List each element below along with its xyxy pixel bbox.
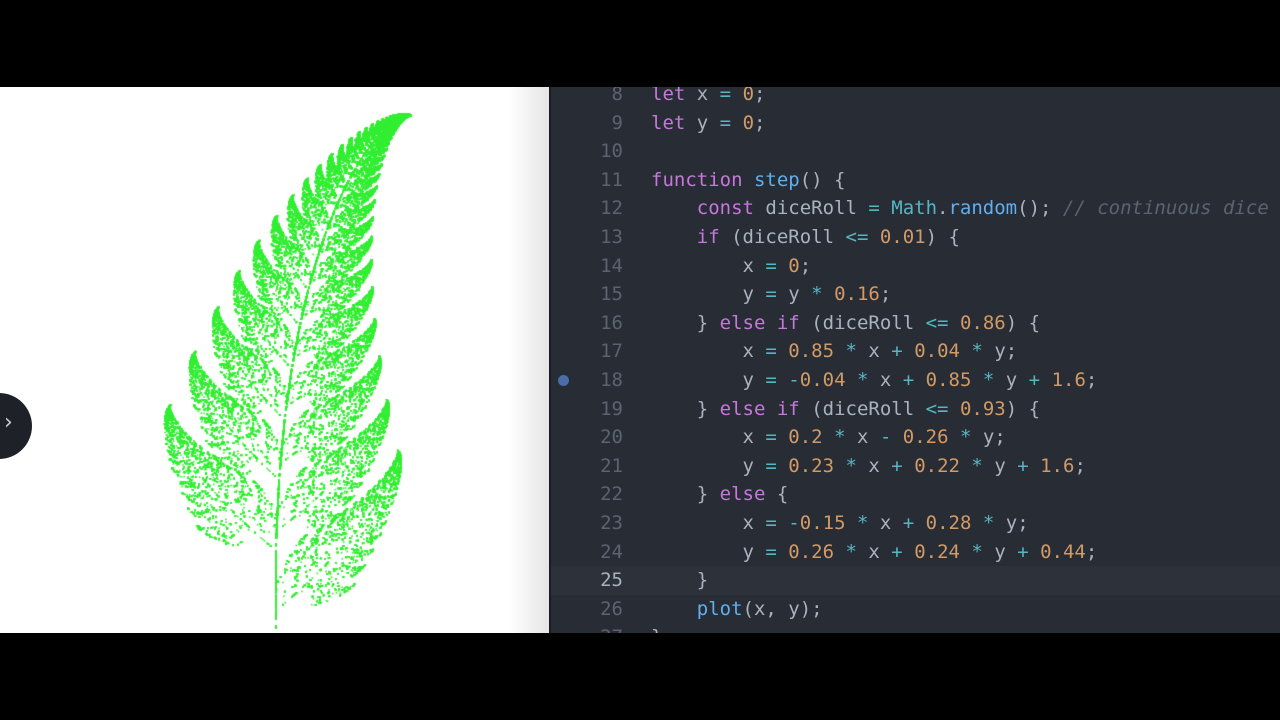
code-text: y = y * 0.16; (651, 283, 892, 306)
breakpoint-marker-icon[interactable] (558, 375, 569, 386)
code-text: } (651, 569, 709, 592)
code-line[interactable]: 20 x = 0.2 * x - 0.26 * y; (551, 423, 1280, 452)
line-number: 10 (600, 140, 623, 163)
code-line[interactable]: 21 y = 0.23 * x + 0.22 * y + 1.6; (551, 452, 1280, 481)
code-text: function step() { (651, 168, 846, 191)
code-text: x = 0; (651, 254, 812, 277)
chevron-right-icon: › (4, 410, 13, 435)
code-text: let x = 0; (651, 87, 766, 105)
barnsley-fern-plot (0, 87, 549, 633)
line-number: 13 (600, 226, 623, 248)
fern-canvas (0, 87, 549, 633)
code-text: } else if (diceRoll <= 0.93) { (651, 397, 1041, 420)
code-text: x = 0.2 * x - 0.26 * y; (651, 426, 1006, 449)
code-line[interactable]: 27} (551, 623, 1280, 633)
code-text: let y = 0; (651, 111, 766, 134)
code-line[interactable]: 23 x = -0.15 * x + 0.28 * y; (551, 509, 1280, 538)
code-text: if (diceRoll <= 0.01) { (696, 226, 960, 248)
code-line[interactable]: 26 plot(x, y); (551, 595, 1280, 624)
line-number: 26 (600, 597, 623, 620)
code-text: plot(x, y); (696, 597, 823, 620)
code-line[interactable]: 11 function step() { (551, 166, 1280, 195)
code-text: y = 0.23 * x + 0.22 * y + 1.6; (651, 454, 1086, 477)
code-line[interactable]: 17 x = 0.85 * x + 0.04 * y; (551, 337, 1280, 366)
line-number: 25 (600, 569, 623, 592)
line-number: 22 (600, 483, 623, 506)
code-text: } (651, 623, 662, 633)
line-number: 19 (600, 397, 623, 420)
code-line[interactable]: 18 y = -0.04 * x + 0.85 * y + 1.6; (551, 366, 1280, 395)
line-number: 16 (600, 311, 623, 334)
line-number: 15 (600, 283, 623, 306)
code-line[interactable]: 24 y = 0.26 * x + 0.24 * y + 0.44; (551, 538, 1280, 567)
code-text: y = -0.04 * x + 0.85 * y + 1.6; (651, 369, 1098, 391)
line-number: 12 (600, 197, 623, 220)
line-number: 14 (600, 254, 623, 277)
code-line[interactable]: 8 let x = 0; (551, 87, 1280, 109)
line-number: 20 (600, 426, 623, 449)
pane-shadow (509, 87, 549, 633)
line-number: 21 (600, 454, 623, 477)
code-line[interactable]: 14 x = 0; (551, 252, 1280, 281)
code-line[interactable]: 10 (551, 137, 1280, 166)
code-line[interactable]: 12 const diceRoll = Math.random(); // co… (551, 194, 1280, 223)
code-text: } else { (651, 483, 789, 506)
line-number: 9 (611, 111, 623, 134)
line-number: 24 (600, 540, 623, 563)
code-line[interactable]: 22 } else { (551, 480, 1280, 509)
line-number: 11 (600, 168, 623, 191)
code-line[interactable]: 9 let y = 0; (551, 109, 1280, 138)
code-line[interactable]: 19 } else if (diceRoll <= 0.93) { (551, 395, 1280, 424)
code-text: y = 0.26 * x + 0.24 * y + 0.44; (651, 540, 1098, 563)
code-line[interactable]: 13 if (diceRoll <= 0.01) { (551, 223, 1280, 252)
line-number: 27 (551, 623, 623, 633)
code-text: x = 0.85 * x + 0.04 * y; (651, 340, 1018, 363)
code-editor[interactable]: 8 let x = 0; 9 let y = 0; 10 11 function step(… (549, 87, 1280, 633)
line-number: 8 (611, 87, 623, 105)
code-text: x = -0.15 * x + 0.28 * y; (651, 512, 1029, 534)
line-number: 23 (600, 512, 623, 534)
code-line[interactable]: 16 } else if (diceRoll <= 0.86) { (551, 309, 1280, 338)
code-text: const diceRoll = Math.random(); // conti… (696, 197, 1269, 220)
code-text: } else if (diceRoll <= 0.86) { (651, 311, 1041, 334)
line-number: 17 (600, 340, 623, 363)
code-line[interactable]: 15 y = y * 0.16; (551, 280, 1280, 309)
code-line[interactable]: 25 } (551, 566, 1280, 596)
